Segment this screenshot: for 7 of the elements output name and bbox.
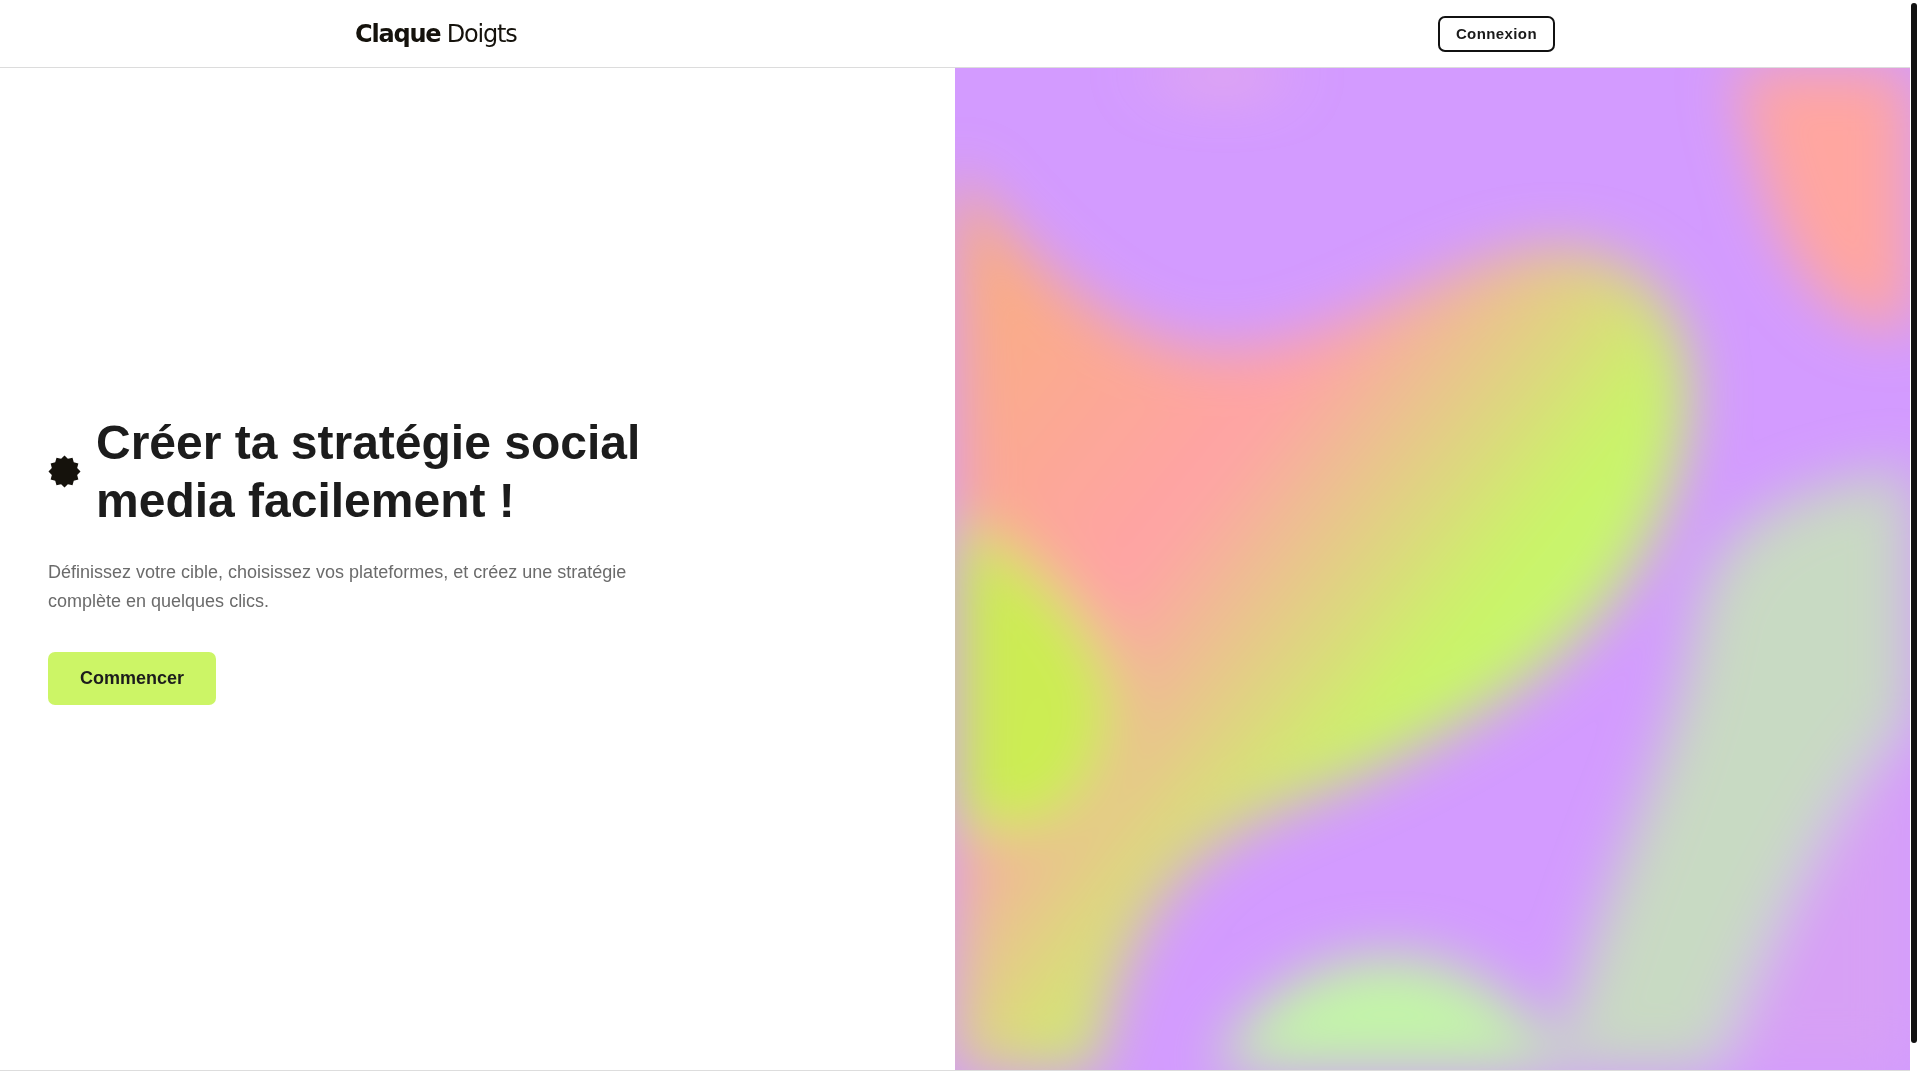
- login-button[interactable]: Connexion: [1437, 15, 1555, 52]
- hero-description: Définissez votre cible, choisissez vos plateformes, et créez une stratégie complète en quelques clics.: [48, 560, 628, 613]
- badge-icon: [48, 455, 81, 488]
- scrollbar-thumb[interactable]: [1911, 3, 1917, 1043]
- hero-title: Créer ta stratégie social media facilement !: [96, 414, 642, 529]
- logo[interactable]: Claque Doigts: [355, 19, 517, 48]
- start-button[interactable]: Commencer: [48, 651, 216, 705]
